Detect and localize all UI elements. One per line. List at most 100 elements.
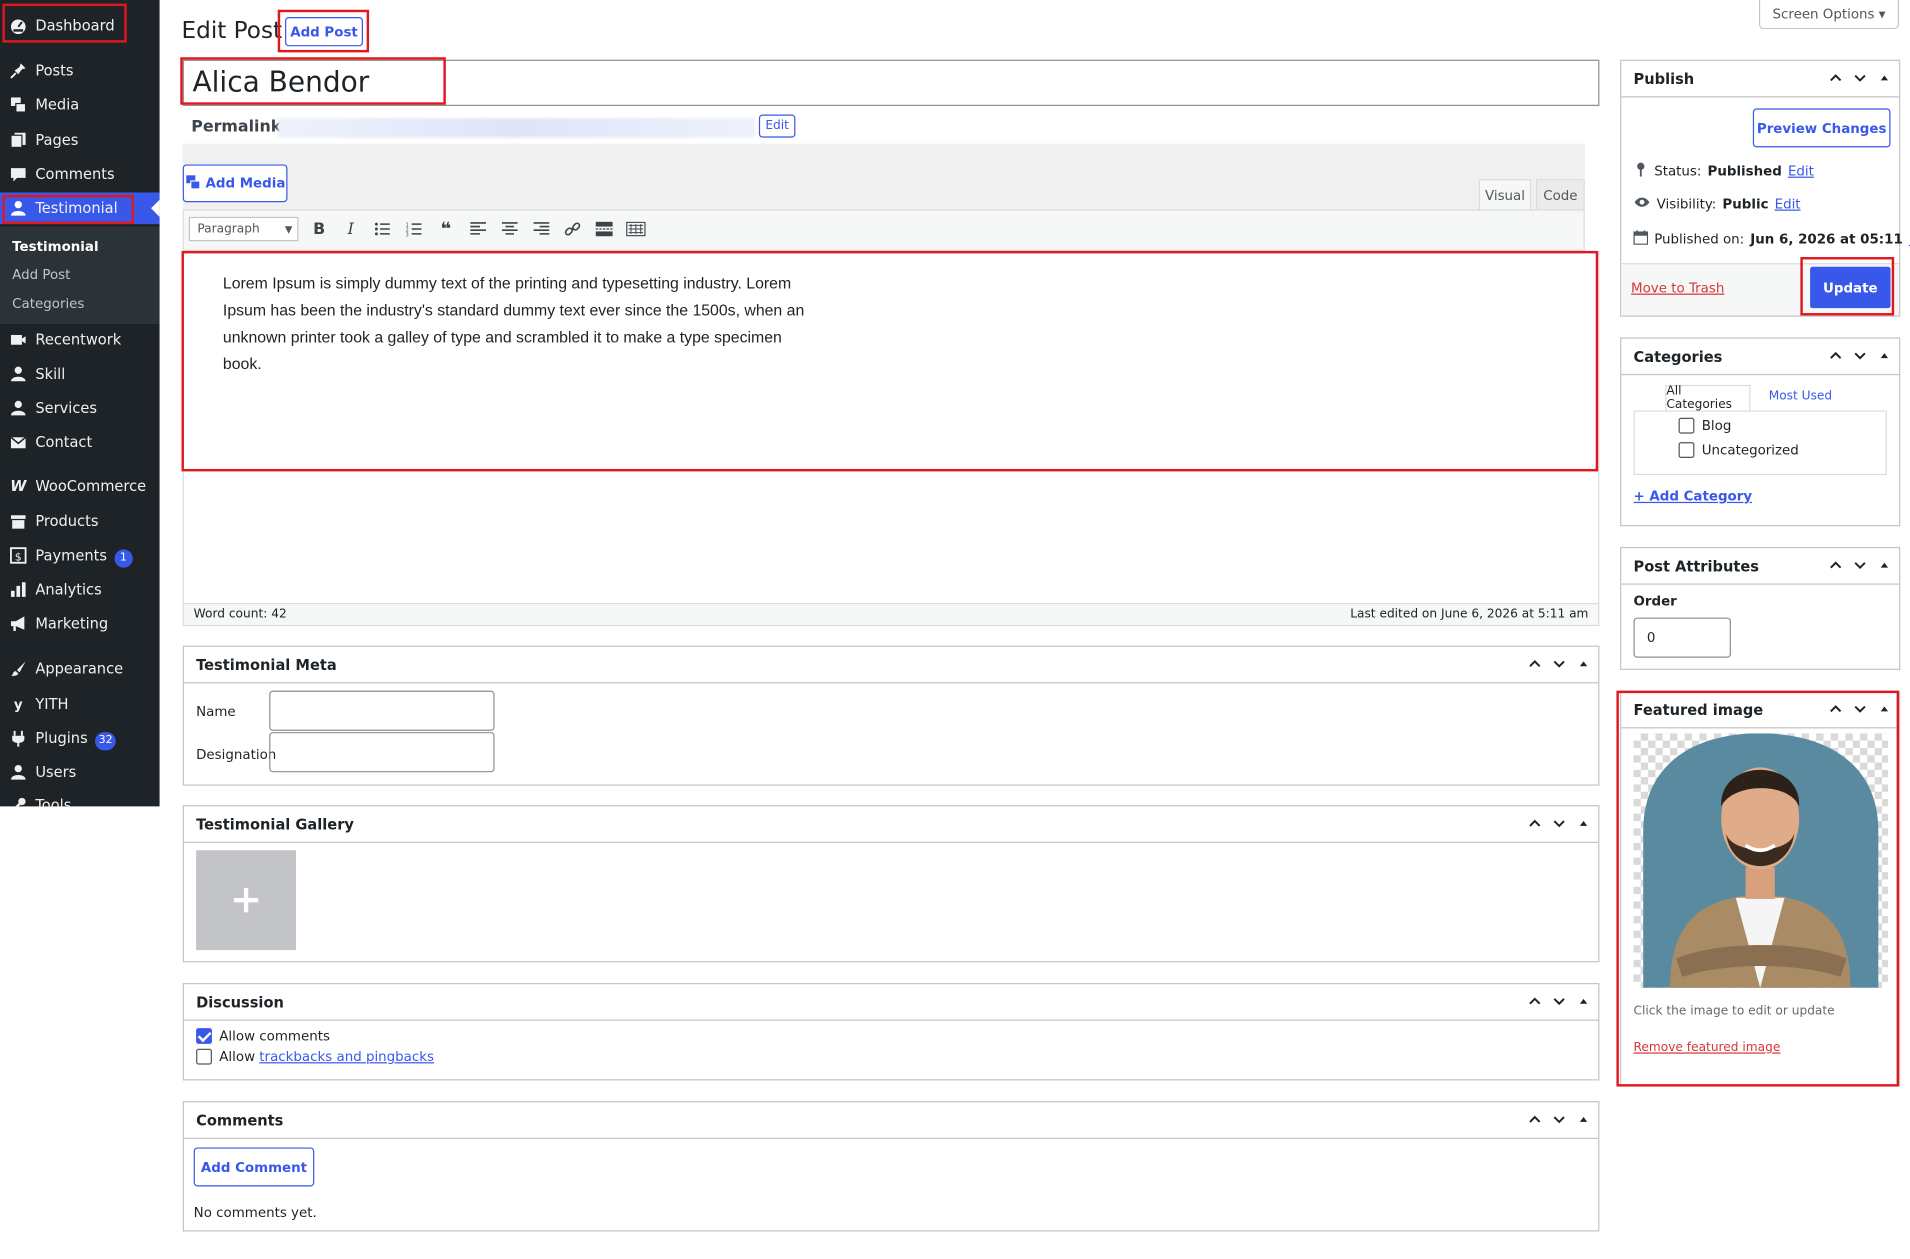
- sidebar-item-pages[interactable]: Pages: [0, 124, 160, 156]
- sidebar-item-yith[interactable]: y YITH: [0, 688, 160, 720]
- chevron-down-icon[interactable]: [1552, 1112, 1567, 1127]
- discussion-header[interactable]: Discussion: [183, 984, 1599, 1021]
- chevron-down-icon[interactable]: [1552, 994, 1567, 1009]
- caret-up-icon[interactable]: [1576, 657, 1591, 672]
- submenu-testimonial[interactable]: Testimonial: [12, 239, 98, 255]
- caret-up-icon[interactable]: [1576, 1112, 1591, 1127]
- name-input[interactable]: [269, 690, 495, 731]
- featured-image-header[interactable]: Featured image: [1621, 692, 1900, 729]
- sidebar-item-dashboard[interactable]: Dashboard: [0, 10, 160, 42]
- category-checkbox[interactable]: [1678, 417, 1695, 434]
- allow-comments-row[interactable]: Allow comments: [196, 1028, 330, 1044]
- caret-up-icon[interactable]: [1576, 994, 1591, 1009]
- category-item[interactable]: Uncategorized: [1678, 442, 1799, 459]
- chevron-down-icon[interactable]: [1552, 816, 1567, 831]
- sidebar-item-payments[interactable]: $ Payments 1: [0, 540, 160, 572]
- move-to-trash-link[interactable]: Move to Trash: [1631, 280, 1724, 296]
- sidebar-item-recentwork[interactable]: Recentwork: [0, 324, 160, 356]
- chevron-down-icon[interactable]: [1853, 71, 1868, 86]
- align-left-icon[interactable]: [468, 219, 487, 238]
- link-icon[interactable]: [563, 219, 582, 238]
- screen-options-button[interactable]: Screen Options ▾: [1758, 0, 1900, 30]
- add-comment-button[interactable]: Add Comment: [193, 1147, 315, 1187]
- allow-pingbacks-checkbox[interactable]: [196, 1048, 212, 1065]
- preview-changes-button[interactable]: Preview Changes: [1752, 108, 1891, 148]
- add-category-link[interactable]: + Add Category: [1633, 488, 1752, 504]
- sidebar-item-posts[interactable]: Posts: [0, 55, 160, 87]
- sidebar-item-products[interactable]: Products: [0, 506, 160, 538]
- chevron-up-icon[interactable]: [1528, 1112, 1543, 1127]
- read-more-icon[interactable]: [594, 219, 613, 238]
- testimonial-meta-header[interactable]: Testimonial Meta: [183, 647, 1599, 684]
- publish-header[interactable]: Publish: [1621, 61, 1900, 98]
- chevron-up-icon[interactable]: [1828, 348, 1843, 363]
- permalink-url-blurred[interactable]: [277, 118, 756, 138]
- sidebar-item-marketing[interactable]: Marketing: [0, 608, 160, 640]
- categories-header[interactable]: Categories: [1621, 339, 1900, 376]
- sidebar-item-media[interactable]: Media: [0, 89, 160, 121]
- caret-up-icon[interactable]: [1576, 816, 1591, 831]
- align-right-icon[interactable]: [531, 219, 550, 238]
- add-gallery-image-button[interactable]: [196, 850, 297, 951]
- category-checkbox[interactable]: [1678, 442, 1695, 459]
- chevron-up-icon[interactable]: [1528, 816, 1543, 831]
- testimonial-gallery-header[interactable]: Testimonial Gallery: [183, 806, 1599, 843]
- caret-up-icon[interactable]: [1877, 558, 1892, 573]
- permalink-edit-button[interactable]: Edit: [758, 114, 796, 138]
- tab-all-categories[interactable]: All Categories: [1665, 384, 1751, 412]
- bullet-list-icon[interactable]: [373, 219, 392, 238]
- chevron-down-icon[interactable]: [1853, 348, 1868, 363]
- tab-most-used[interactable]: Most Used: [1769, 390, 1832, 403]
- featured-image[interactable]: [1633, 733, 1889, 988]
- sidebar-item-contact[interactable]: Contact: [0, 426, 160, 458]
- blockquote-icon[interactable]: ❝: [436, 218, 455, 240]
- post-title-input[interactable]: Alica Bendor: [182, 59, 1600, 106]
- sidebar-item-plugins[interactable]: Plugins 32: [0, 722, 160, 754]
- editor-content-text[interactable]: Lorem Ipsum is simply dummy text of the …: [223, 270, 808, 377]
- comments-header[interactable]: Comments: [183, 1102, 1599, 1139]
- caret-up-icon[interactable]: [1877, 348, 1892, 363]
- numbered-list-icon[interactable]: 123: [404, 219, 423, 238]
- chevron-down-icon[interactable]: [1552, 657, 1567, 672]
- tab-visual[interactable]: Visual: [1478, 179, 1532, 210]
- sidebar-item-skill[interactable]: Skill: [0, 358, 160, 390]
- update-button[interactable]: Update: [1810, 266, 1891, 309]
- sidebar-item-woocommerce[interactable]: W WooCommerce: [0, 470, 160, 502]
- align-center-icon[interactable]: [499, 219, 518, 238]
- chevron-up-icon[interactable]: [1528, 657, 1543, 672]
- category-item[interactable]: Blog: [1678, 417, 1731, 434]
- trackbacks-link[interactable]: trackbacks and pingbacks: [259, 1049, 434, 1065]
- chevron-up-icon[interactable]: [1828, 702, 1843, 717]
- sidebar-item-analytics[interactable]: Analytics: [0, 574, 160, 606]
- sidebar-item-appearance[interactable]: Appearance: [0, 653, 160, 685]
- caret-up-icon[interactable]: [1877, 71, 1892, 86]
- caret-up-icon[interactable]: [1877, 702, 1892, 717]
- chevron-down-icon[interactable]: [1853, 702, 1868, 717]
- submenu-categories[interactable]: Categories: [12, 296, 84, 312]
- sidebar-item-tools[interactable]: Tools: [0, 789, 160, 807]
- remove-featured-image-link[interactable]: Remove featured image: [1633, 1041, 1780, 1054]
- sidebar-item-users[interactable]: Users: [0, 756, 160, 788]
- italic-icon[interactable]: I: [341, 219, 360, 238]
- chevron-up-icon[interactable]: [1528, 994, 1543, 1009]
- submenu-add-post[interactable]: Add Post: [12, 267, 70, 283]
- bold-icon[interactable]: B: [309, 219, 328, 238]
- add-post-button[interactable]: Add Post: [285, 17, 363, 47]
- status-edit-link[interactable]: Edit: [1788, 163, 1814, 179]
- sidebar-item-testimonial[interactable]: Testimonial: [0, 192, 160, 225]
- chevron-up-icon[interactable]: [1828, 71, 1843, 86]
- sidebar-item-services[interactable]: Services: [0, 392, 160, 424]
- visibility-edit-link[interactable]: Edit: [1775, 196, 1801, 212]
- allow-comments-checkbox[interactable]: [196, 1028, 212, 1044]
- allow-pingbacks-row[interactable]: Allow trackbacks and pingbacks: [196, 1048, 434, 1065]
- chevron-down-icon[interactable]: [1853, 558, 1868, 573]
- toolbar-toggle-icon[interactable]: [626, 219, 646, 238]
- chevron-up-icon[interactable]: [1828, 558, 1843, 573]
- tab-code[interactable]: Code: [1536, 179, 1585, 210]
- add-media-button[interactable]: Add Media: [182, 164, 288, 203]
- format-select[interactable]: Paragraph ▼: [188, 216, 299, 242]
- post-attributes-header[interactable]: Post Attributes: [1621, 548, 1900, 585]
- sidebar-item-comments[interactable]: Comments: [0, 158, 160, 190]
- designation-input[interactable]: [269, 732, 495, 773]
- order-input[interactable]: 0: [1633, 617, 1731, 658]
